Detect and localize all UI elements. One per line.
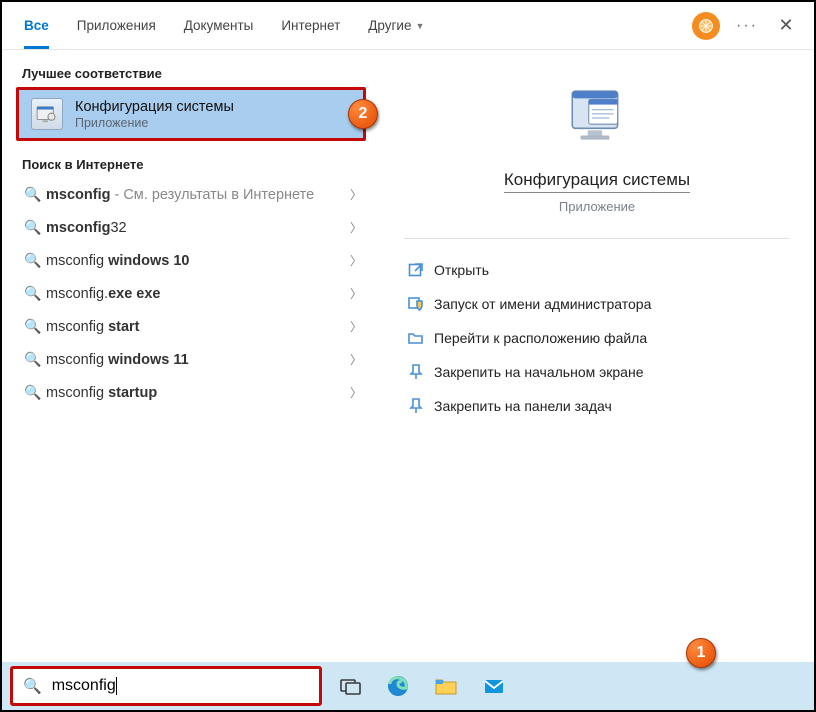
tab-docs[interactable]: Документы (170, 2, 268, 49)
web-result-label: msconfig.exe exe (46, 286, 350, 302)
tab-apps[interactable]: Приложения (63, 2, 170, 49)
tab-docs-label: Документы (184, 18, 254, 33)
pin-icon (408, 364, 434, 380)
web-result-label: msconfig windows 11 (46, 352, 350, 368)
tab-web-label: Интернет (281, 18, 340, 33)
search-tabs: Все Приложения Документы Интернет Другие… (2, 2, 814, 50)
tab-more[interactable]: Другие ▼ (354, 2, 438, 49)
chevron-right-icon: 〉 (350, 351, 362, 368)
taskview-button[interactable] (330, 666, 370, 706)
tab-all-label: Все (24, 18, 49, 33)
action-pin-start-label: Закрепить на начальном экране (434, 364, 644, 380)
best-match-subtitle: Приложение (75, 116, 234, 130)
web-result-label: msconfig - См. результаты в Интернете (46, 187, 350, 203)
file-explorer-button[interactable] (426, 666, 466, 706)
tab-more-label: Другие (368, 18, 411, 33)
chevron-right-icon: 〉 (350, 285, 362, 302)
close-button[interactable]: ✕ (774, 15, 798, 36)
action-open[interactable]: Открыть (404, 253, 790, 287)
tab-web[interactable]: Интернет (267, 2, 354, 49)
divider (404, 238, 790, 239)
annotation-badge-2: 2 (348, 99, 378, 129)
search-icon: 🔍 (24, 351, 46, 368)
action-run-as-admin[interactable]: Запуск от имени администратора (404, 287, 790, 321)
annotation-badge-1: 1 (686, 638, 716, 668)
web-result[interactable]: 🔍 msconfig start 〉 (2, 310, 380, 343)
search-icon: 🔍 (24, 186, 46, 203)
preview-app-icon (561, 82, 633, 154)
msconfig-app-icon (31, 98, 63, 130)
web-result[interactable]: 🔍 msconfig startup 〉 (2, 376, 380, 409)
action-admin-label: Запуск от имени администратора (434, 296, 651, 312)
preview-title: Конфигурация системы (504, 170, 690, 193)
action-pin-start[interactable]: Закрепить на начальном экране (404, 355, 790, 389)
best-match-title: Конфигурация системы (75, 99, 234, 115)
pin-icon (408, 398, 434, 414)
web-result-label: msconfig windows 10 (46, 253, 350, 269)
edge-browser-button[interactable] (378, 666, 418, 706)
action-pin-taskbar[interactable]: Закрепить на панели задач (404, 389, 790, 423)
chevron-right-icon: 〉 (350, 252, 362, 269)
preview-subtitle: Приложение (559, 199, 635, 214)
search-input[interactable]: 🔍 msconfig (10, 666, 322, 706)
action-folder-label: Перейти к расположению файла (434, 330, 647, 346)
web-result[interactable]: 🔍 msconfig32 〉 (2, 211, 380, 244)
chevron-right-icon: 〉 (350, 219, 362, 236)
action-open-folder[interactable]: Перейти к расположению файла (404, 321, 790, 355)
search-icon: 🔍 (24, 219, 46, 236)
folder-icon (408, 330, 434, 346)
admin-shield-icon (408, 296, 434, 312)
tab-apps-label: Приложения (77, 18, 156, 33)
results-panel: Лучшее соответствие Конфигурация системы… (2, 50, 380, 662)
search-icon: 🔍 (24, 285, 46, 302)
chevron-right-icon: 〉 (350, 186, 362, 203)
best-match-result[interactable]: Конфигурация системы Приложение 2 (16, 87, 366, 141)
taskbar: 🔍 msconfig 1 (2, 662, 814, 710)
search-query-text: msconfig (52, 677, 309, 695)
web-result-label: msconfig startup (46, 385, 350, 401)
action-pin-taskbar-label: Закрепить на панели задач (434, 398, 612, 414)
tab-all[interactable]: Все (10, 2, 63, 49)
action-open-label: Открыть (434, 262, 489, 278)
web-result-label: msconfig start (46, 319, 350, 335)
web-result[interactable]: 🔍 msconfig - См. результаты в Интернете … (2, 178, 380, 211)
chevron-right-icon: 〉 (350, 384, 362, 401)
orange-slice-icon (698, 18, 714, 34)
section-web-search: Поиск в Интернете (2, 149, 380, 178)
section-best-match: Лучшее соответствие (2, 58, 380, 87)
open-icon (408, 262, 434, 278)
search-icon: 🔍 (24, 318, 46, 335)
search-icon: 🔍 (23, 677, 42, 695)
preview-panel: Конфигурация системы Приложение Открыть … (380, 50, 814, 662)
chevron-down-icon: ▼ (415, 21, 424, 31)
more-options-button[interactable]: ··· (736, 17, 758, 35)
search-icon: 🔍 (24, 252, 46, 269)
search-icon: 🔍 (24, 384, 46, 401)
chevron-right-icon: 〉 (350, 318, 362, 335)
web-result[interactable]: 🔍 msconfig windows 11 〉 (2, 343, 380, 376)
web-result[interactable]: 🔍 msconfig windows 10 〉 (2, 244, 380, 277)
user-avatar[interactable] (692, 12, 720, 40)
action-list: Открыть Запуск от имени администратора П… (404, 253, 790, 423)
web-result-label: msconfig32 (46, 220, 350, 236)
mail-button[interactable] (474, 666, 514, 706)
web-result[interactable]: 🔍 msconfig.exe exe 〉 (2, 277, 380, 310)
